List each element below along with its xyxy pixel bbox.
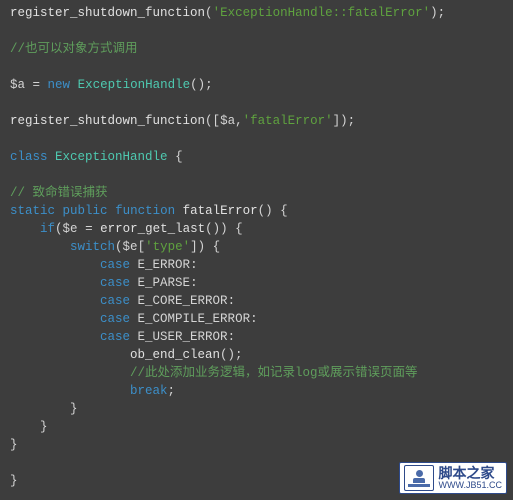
code-token: ob_end_clean	[130, 348, 220, 362]
code-token: }	[70, 402, 78, 416]
code-token: =	[25, 78, 48, 92]
watermark-icon	[404, 465, 434, 491]
code-token: $e	[123, 240, 138, 254]
code-token	[70, 78, 78, 92]
code-token: E_CORE_ERROR	[138, 294, 228, 308]
code-token: ]);	[333, 114, 356, 128]
code-token: }	[10, 438, 18, 452]
code-token: [	[138, 240, 146, 254]
code-token: case	[100, 294, 130, 308]
code-token: case	[100, 330, 130, 344]
code-token: switch	[70, 240, 115, 254]
code-token: :	[250, 312, 258, 326]
code-token: register_shutdown_function	[10, 6, 205, 20]
code-token: 'type'	[145, 240, 190, 254]
code-token: fatalError	[183, 204, 258, 218]
watermark-url: WWW.JB51.CC	[438, 480, 502, 490]
code-token: :	[228, 294, 236, 308]
watermark-text: 脚本之家 WWW.JB51.CC	[438, 466, 502, 490]
code-token: $a	[220, 114, 235, 128]
watermark: 脚本之家 WWW.JB51.CC	[399, 462, 507, 494]
code-token: (	[55, 222, 63, 236]
code-token: break	[130, 384, 168, 398]
code-token: ([	[205, 114, 220, 128]
watermark-title: 脚本之家	[438, 466, 502, 480]
code-token: new	[48, 78, 71, 92]
code-token: 'fatalError'	[243, 114, 333, 128]
code-token: ();	[220, 348, 243, 362]
code-token: =	[78, 222, 101, 236]
code-token: (	[205, 6, 213, 20]
code-token: :	[190, 276, 198, 290]
code-comment: // 致命错误捕获	[10, 186, 108, 200]
code-token	[48, 150, 56, 164]
code-token: );	[430, 6, 445, 20]
code-token: () {	[258, 204, 288, 218]
code-token: static	[10, 204, 55, 218]
code-token: E_ERROR	[138, 258, 191, 272]
code-token: ()) {	[205, 222, 243, 236]
code-token: ExceptionHandle	[55, 150, 168, 164]
code-block: register_shutdown_function('ExceptionHan…	[10, 4, 503, 490]
code-token: (	[115, 240, 123, 254]
code-token: error_get_last	[100, 222, 205, 236]
code-token: ]) {	[190, 240, 220, 254]
code-token: $a	[10, 78, 25, 92]
code-token: E_COMPILE_ERROR	[138, 312, 251, 326]
code-token: :	[228, 330, 236, 344]
code-comment: //也可以对象方式调用	[10, 42, 138, 56]
code-token: ();	[190, 78, 213, 92]
code-comment: //此处添加业务逻辑，如记录log或展示错误页面等	[130, 366, 418, 380]
code-token: E_PARSE	[138, 276, 191, 290]
code-token: case	[100, 276, 130, 290]
code-token: ,	[235, 114, 243, 128]
code-token: :	[190, 258, 198, 272]
code-token: }	[40, 420, 48, 434]
code-token: case	[100, 258, 130, 272]
code-token: public	[63, 204, 108, 218]
code-token: ;	[168, 384, 176, 398]
code-token: register_shutdown_function	[10, 114, 205, 128]
code-token: class	[10, 150, 48, 164]
code-token: E_USER_ERROR	[138, 330, 228, 344]
code-token: if	[40, 222, 55, 236]
code-token: {	[168, 150, 183, 164]
code-token: $e	[63, 222, 78, 236]
code-token: ExceptionHandle	[78, 78, 191, 92]
code-token: case	[100, 312, 130, 326]
code-token: function	[115, 204, 175, 218]
code-token: }	[10, 474, 18, 488]
code-token: 'ExceptionHandle::fatalError'	[213, 6, 431, 20]
